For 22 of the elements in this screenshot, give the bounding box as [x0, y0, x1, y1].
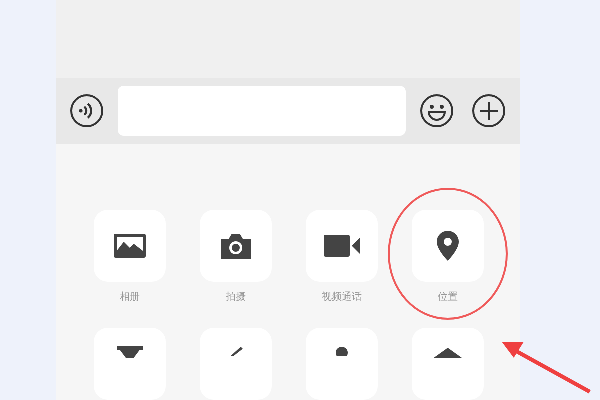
emoji-icon — [420, 94, 454, 128]
tile-button[interactable] — [200, 328, 272, 400]
tile-label: 相册 — [120, 290, 140, 305]
tile-button[interactable] — [200, 210, 272, 282]
tile-label: 拍摄 — [226, 290, 246, 305]
tile-button[interactable] — [306, 328, 378, 400]
tile-button[interactable] — [94, 328, 166, 400]
tile-label: 位置 — [438, 290, 458, 305]
emoji-button[interactable] — [420, 94, 454, 128]
tile-label: 视频通话 — [322, 290, 362, 305]
picture-icon — [113, 233, 147, 259]
location-pin-icon — [436, 230, 460, 262]
tile-button[interactable] — [306, 210, 378, 282]
voice-button[interactable] — [70, 94, 104, 128]
voice-icon — [70, 94, 104, 128]
tile-button[interactable] — [412, 210, 484, 282]
tile-button[interactable] — [94, 210, 166, 282]
tile-button[interactable] — [412, 328, 484, 400]
camera-icon — [219, 232, 253, 260]
plus-icon — [472, 94, 506, 128]
video-camera-icon — [323, 234, 361, 258]
plus-button[interactable] — [472, 94, 506, 128]
